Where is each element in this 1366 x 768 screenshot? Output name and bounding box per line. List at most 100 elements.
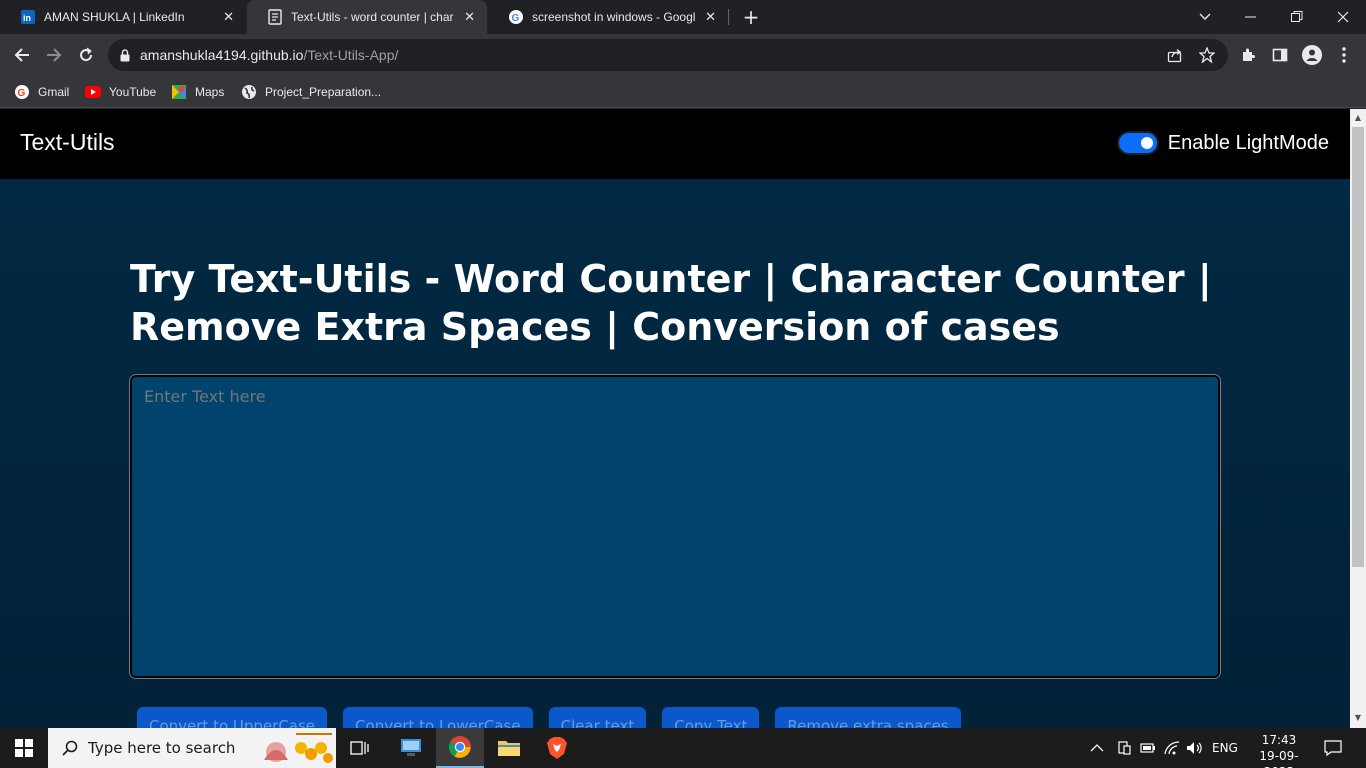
bookmark-youtube[interactable]: YouTube: [85, 82, 156, 102]
copy-text-button[interactable]: Copy Text: [662, 707, 760, 728]
close-icon[interactable]: ✕: [464, 10, 475, 25]
language-indicator[interactable]: ENG: [1212, 728, 1238, 768]
windows-taskbar: Type here to search ENG 17:43 19-09-2023: [0, 728, 1366, 768]
restore-button[interactable]: [1274, 0, 1320, 34]
computer-icon: [401, 739, 421, 756]
action-buttons: Convert to UpperCase Convert to LowerCas…: [137, 707, 977, 728]
reload-button[interactable]: [72, 41, 100, 69]
bookmark-star-icon[interactable]: [1198, 46, 1216, 64]
tab-separator: [728, 9, 729, 25]
taskbar-app-brave[interactable]: [533, 728, 581, 768]
notification-icon: [1324, 740, 1342, 757]
lightmode-toggle[interactable]: Enable LightMode: [1116, 131, 1329, 155]
arrow-right-icon: [47, 48, 62, 62]
bookmark-label: YouTube: [109, 85, 157, 99]
extensions-icon[interactable]: [1238, 45, 1258, 65]
address-bar[interactable]: amanshukla4194.github.io/Text-Utils-App/: [108, 39, 1228, 71]
menu-kebab-icon[interactable]: [1334, 45, 1354, 65]
google-icon: G: [14, 84, 30, 100]
chevron-up-icon: [1090, 744, 1104, 752]
brave-icon: [547, 737, 567, 759]
bookmarks-bar: G Gmail YouTube Maps Project_Preparation…: [0, 76, 1366, 108]
close-window-button[interactable]: [1320, 0, 1366, 34]
site-navbar: Text-Utils Enable LightMode: [0, 109, 1350, 179]
page-title: Try Text-Utils - Word Counter | Characte…: [130, 257, 1212, 349]
reload-icon: [80, 47, 93, 62]
lowercase-button[interactable]: Convert to LowerCase: [343, 707, 533, 728]
volume-icon[interactable]: [1186, 728, 1204, 768]
side-panel-icon[interactable]: [1270, 45, 1290, 65]
new-tab-button[interactable]: +: [738, 4, 764, 30]
chrome-icon: [449, 736, 471, 758]
scroll-down-icon[interactable]: ▼: [1354, 714, 1362, 722]
task-view-button[interactable]: [336, 728, 384, 768]
back-button[interactable]: [8, 41, 36, 69]
notification-center-button[interactable]: [1324, 728, 1342, 768]
bookmark-label: Project_Preparation...: [265, 85, 382, 99]
google-icon: G: [508, 9, 524, 25]
share-icon[interactable]: [1166, 46, 1184, 64]
toggle-switch[interactable]: [1116, 131, 1159, 155]
site-brand[interactable]: Text-Utils: [20, 129, 115, 156]
bookmark-maps[interactable]: Maps: [171, 82, 224, 102]
scrollbar-thumb[interactable]: [1352, 127, 1364, 567]
search-icon: [62, 740, 78, 756]
search-highlight-icon: [256, 730, 336, 766]
page-icon: [267, 9, 283, 25]
folder-icon: [498, 741, 520, 756]
page-scrollbar[interactable]: ▲ ▼: [1350, 109, 1366, 728]
youtube-icon: [85, 84, 101, 100]
battery-icon[interactable]: [1140, 728, 1156, 768]
tab-text-utils[interactable]: Text-Utils - word counter | charac ✕: [247, 0, 487, 34]
uppercase-button[interactable]: Convert to UpperCase: [137, 707, 328, 728]
tray-device-icon[interactable]: [1116, 728, 1132, 768]
url-path: /Text-Utils-App/: [303, 47, 399, 63]
lock-icon[interactable]: [120, 48, 130, 62]
tab-search-button[interactable]: [1182, 0, 1228, 34]
taskbar-search-box[interactable]: Type here to search: [48, 728, 336, 768]
maps-icon: [171, 84, 187, 100]
browser-toolbar: amanshukla4194.github.io/Text-Utils-App/: [0, 34, 1366, 76]
wifi-icon[interactable]: [1164, 728, 1180, 768]
forward-button[interactable]: [40, 41, 68, 69]
bookmark-label: Maps: [195, 85, 225, 99]
bookmark-project-preparation[interactable]: Project_Preparation...: [241, 82, 381, 102]
minimize-button[interactable]: [1228, 0, 1274, 34]
taskbar-app-pc[interactable]: [387, 728, 435, 768]
tab-google-search[interactable]: G screenshot in windows - Google ✕: [488, 0, 728, 34]
windows-logo-icon: [15, 739, 33, 757]
svg-text:G: G: [512, 13, 520, 24]
remove-spaces-button[interactable]: Remove extra spaces: [775, 707, 961, 728]
close-icon[interactable]: ✕: [223, 10, 234, 25]
taskbar-app-file-explorer[interactable]: [485, 728, 533, 768]
linkedin-icon: in: [20, 9, 36, 25]
url-host: amanshukla4194.github.io: [140, 47, 304, 63]
profile-avatar-icon[interactable]: [1302, 45, 1322, 65]
globe-icon: [241, 84, 257, 100]
bookmark-gmail[interactable]: G Gmail: [14, 82, 69, 102]
search-placeholder: Type here to search: [88, 739, 236, 757]
close-icon[interactable]: ✕: [705, 10, 716, 25]
taskbar-app-chrome[interactable]: [436, 728, 484, 768]
start-button[interactable]: [0, 728, 48, 768]
toggle-label[interactable]: Enable LightMode: [1168, 132, 1329, 155]
svg-text:in: in: [23, 13, 31, 23]
system-clock[interactable]: 17:43 19-09-2023: [1248, 732, 1310, 768]
text-input-area[interactable]: [129, 374, 1221, 679]
show-hidden-icons[interactable]: [1090, 728, 1104, 768]
task-view-icon: [350, 741, 369, 755]
tab-title: screenshot in windows - Google: [532, 10, 696, 24]
chevron-down-icon: [1199, 13, 1211, 20]
web-page: Text-Utils Enable LightMode Try Text-Uti…: [0, 109, 1350, 728]
clear-text-button[interactable]: Clear text: [548, 707, 647, 728]
toggle-knob: [1140, 137, 1153, 149]
tab-title: AMAN SHUKLA | LinkedIn: [44, 10, 185, 24]
tab-title: Text-Utils - word counter | charac: [291, 10, 455, 24]
scroll-up-icon[interactable]: ▲: [1354, 114, 1362, 122]
bookmark-label: Gmail: [38, 85, 70, 99]
url-text: amanshukla4194.github.io/Text-Utils-App/: [140, 47, 398, 63]
clock-time: 17:43: [1261, 733, 1297, 747]
browser-tab-strip: in AMAN SHUKLA | LinkedIn ✕ Text-Utils -…: [0, 0, 1366, 34]
arrow-left-icon: [14, 48, 29, 62]
tab-linkedin[interactable]: in AMAN SHUKLA | LinkedIn ✕: [0, 0, 246, 34]
